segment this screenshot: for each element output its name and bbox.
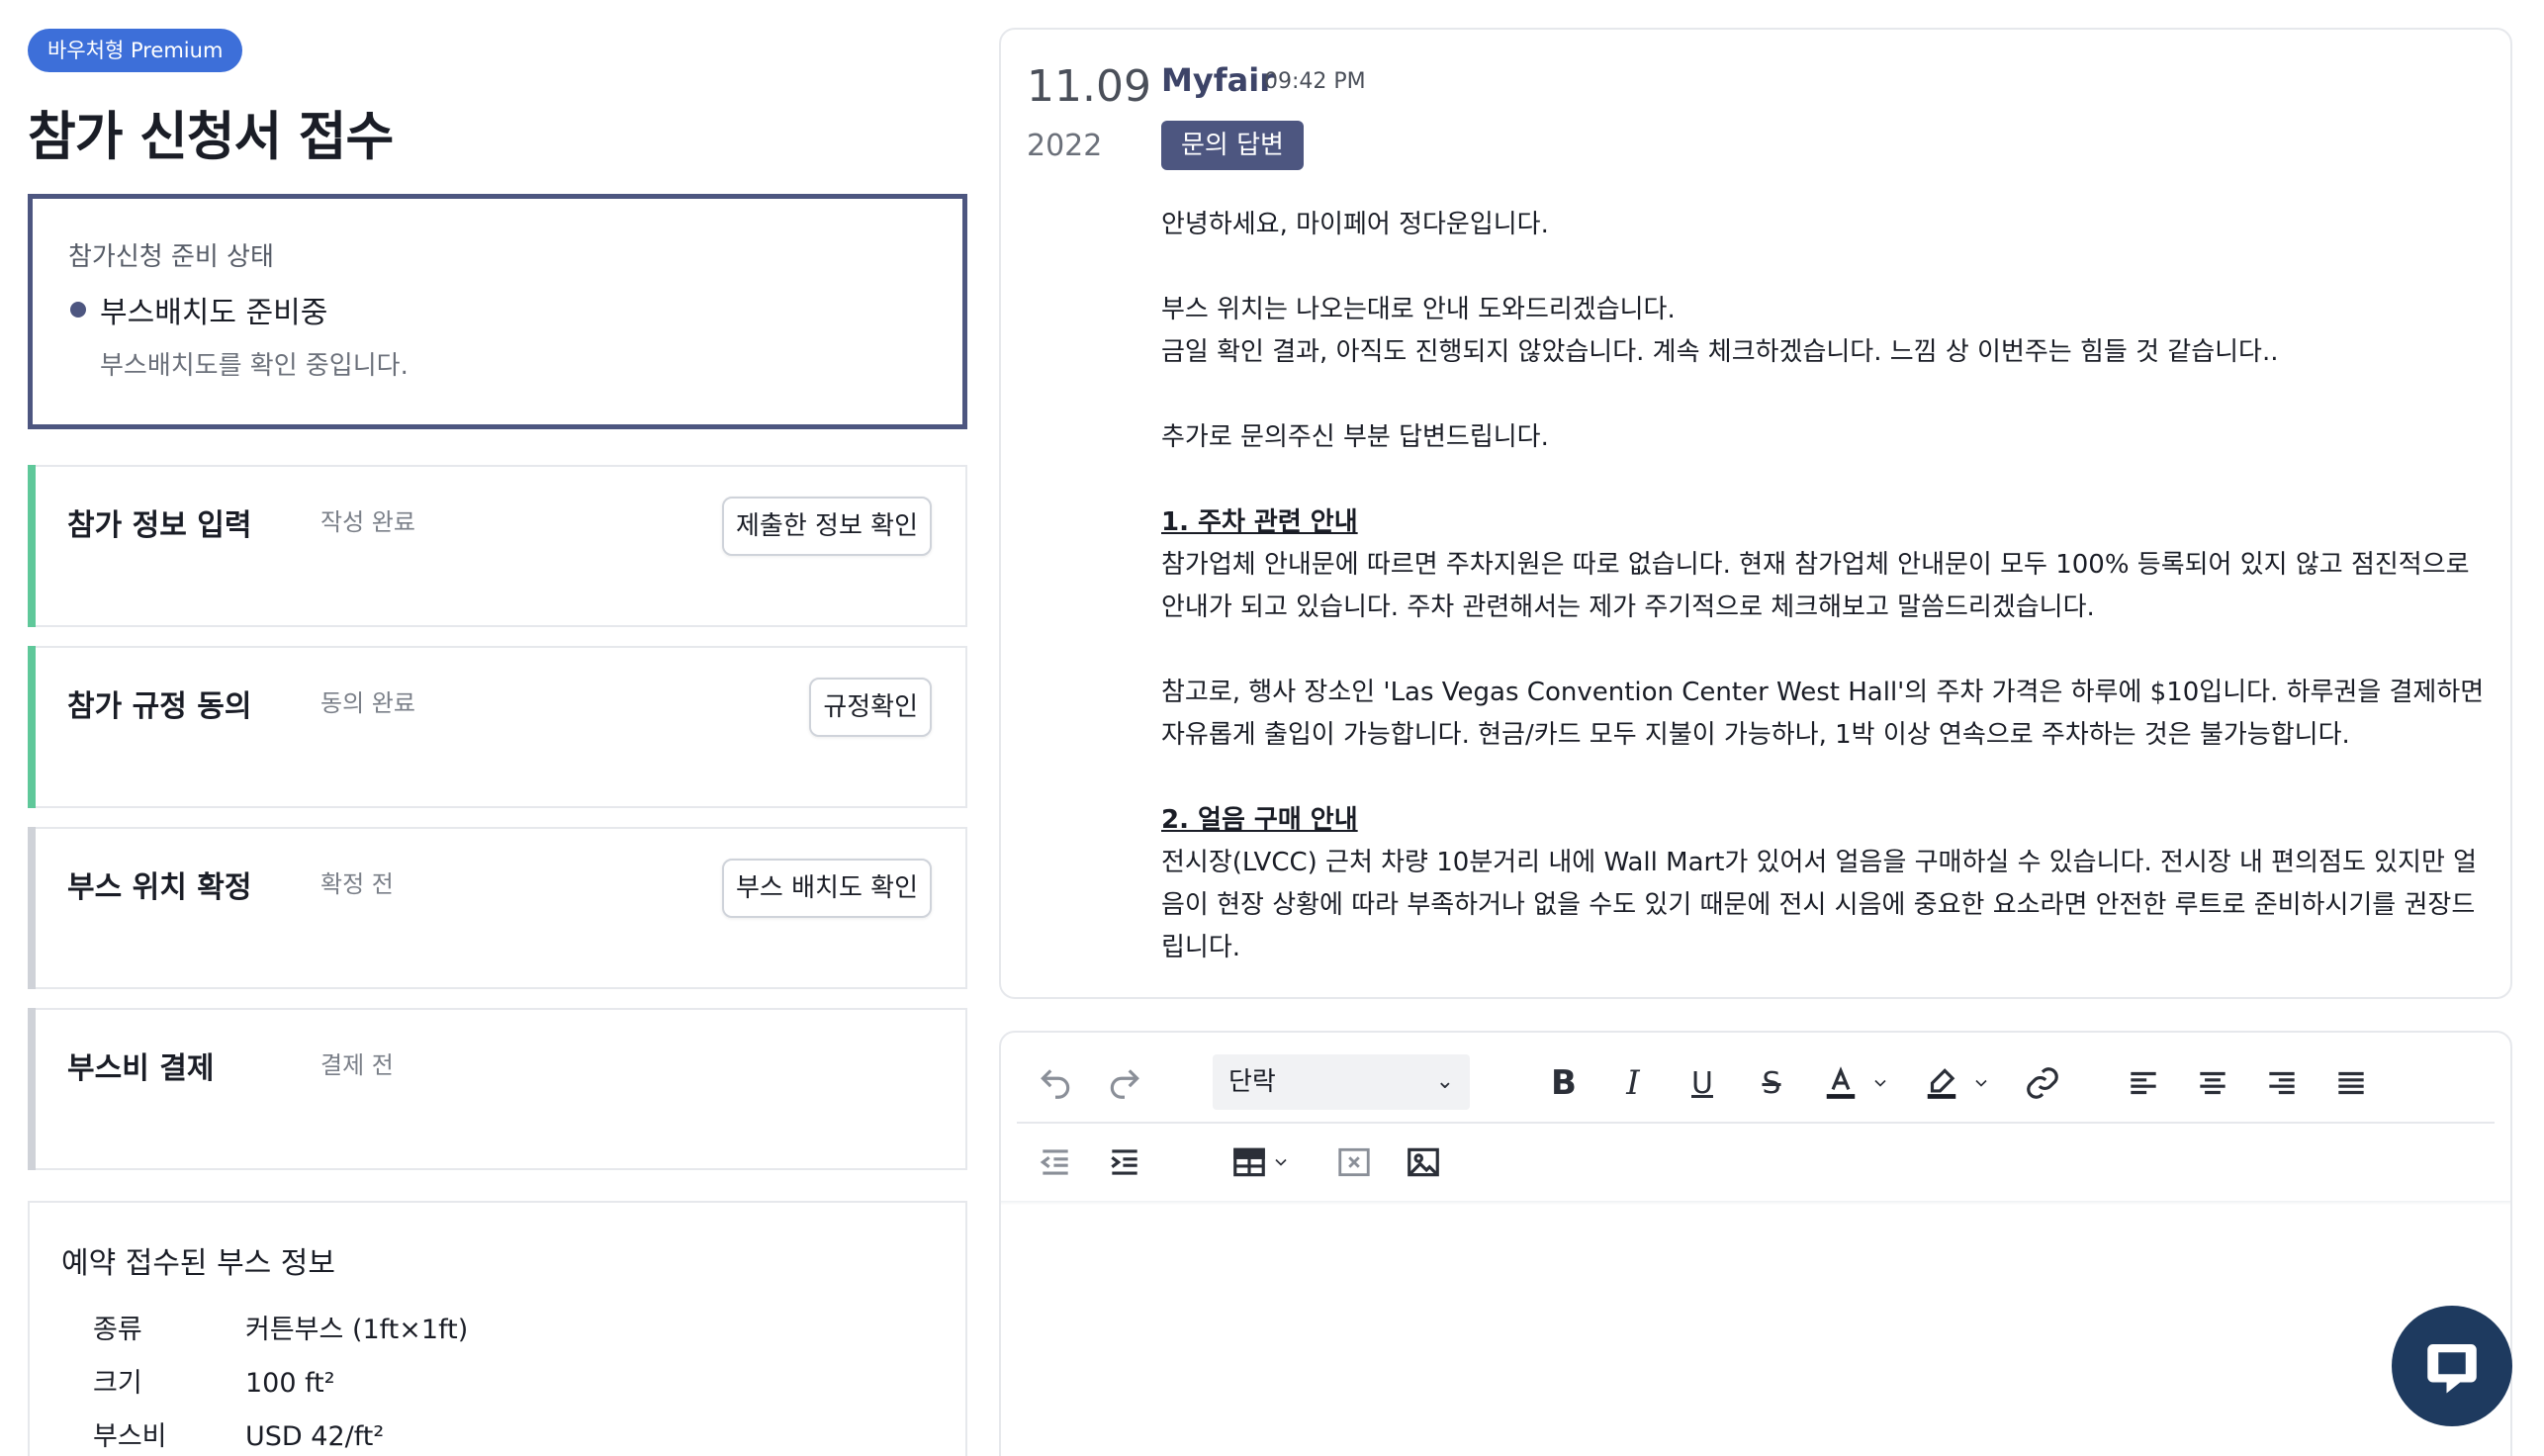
status-dot-icon [70, 302, 86, 318]
chevron-down-icon[interactable] [1867, 1058, 1893, 1108]
undo-icon[interactable] [1031, 1058, 1080, 1108]
section-heading-ice: 2. 얼음 구매 안내 [1161, 805, 1358, 835]
step-progress-bar [28, 1008, 36, 1170]
booth-row-key: 종류 [93, 1315, 142, 1345]
chevron-down-icon[interactable] [1268, 1138, 1294, 1187]
bold-icon[interactable]: B [1539, 1058, 1589, 1108]
align-right-icon[interactable] [2257, 1058, 2307, 1108]
step-title: 부스비 결제 [67, 1051, 215, 1086]
section-body-parking: 참가업체 안내문에 따르면 주차지원은 따로 없습니다. 현재 참가업체 안내문… [1161, 550, 2470, 622]
step-progress-bar [28, 646, 36, 808]
status-label: 참가신청 준비 상태 [68, 242, 274, 272]
page-title: 참가 신청서 접수 [28, 107, 394, 167]
status-description: 부스배치도를 확인 중입니다. [100, 351, 409, 381]
chevron-down-icon[interactable] [1968, 1058, 1994, 1108]
chat-icon [2427, 1344, 2477, 1394]
toolbar-divider [1017, 1122, 2495, 1124]
plan-badge: 바우처형 Premium [28, 29, 243, 72]
step-title: 참가 정보 입력 [67, 508, 252, 543]
booth-row-value: USD 42/ft² [245, 1421, 385, 1452]
section-body-ice: 전시장(LVCC) 근처 차량 10분거리 내에 Wall Mart가 있어서 … [1161, 848, 2478, 962]
paragraph-style-select[interactable]: 단락 ⌄ [1213, 1054, 1470, 1110]
message-line: 금일 확인 결과, 아직도 진행되지 않았습니다. 계속 체크하겠습니다. 느낌… [1161, 337, 2279, 367]
booth-row-value: 커튼부스 (1ft×1ft) [245, 1315, 469, 1345]
remove-format-icon[interactable] [1329, 1138, 1379, 1187]
strikethrough-icon[interactable]: S [1747, 1058, 1796, 1108]
message-tag: 문의 답변 [1161, 121, 1304, 170]
reply-editor[interactable]: 단락 ⌄ B I U S [999, 1031, 2512, 1456]
booth-row-type: 종류 커튼부스 (1ft×1ft) [93, 1308, 468, 1346]
step-status: 확정 전 [320, 870, 394, 898]
step-card-rules-agreement: 참가 규정 동의 동의 완료 규정확인 [28, 646, 967, 808]
booth-row-value: 100 ft² [245, 1368, 335, 1399]
step-status: 동의 완료 [320, 689, 415, 717]
indent-icon[interactable] [1100, 1138, 1149, 1187]
status-value: 부스배치도 준비중 [100, 296, 328, 330]
font-color-icon[interactable] [1816, 1058, 1865, 1108]
message-date-day: 11.09 [1027, 61, 1151, 112]
message-date-year: 2022 [1027, 129, 1103, 163]
view-submitted-info-button[interactable]: 제출한 정보 확인 [722, 497, 932, 556]
chat-button[interactable] [2392, 1306, 2512, 1426]
booth-row-size: 크기 100 ft² [93, 1361, 335, 1400]
booth-row-key: 크기 [93, 1368, 142, 1399]
step-title: 부스 위치 확정 [67, 870, 252, 905]
step-title: 참가 규정 동의 [67, 689, 252, 724]
booth-row-fee: 부스비 USD 42/ft² [93, 1414, 384, 1453]
message-paragraph: 추가로 문의주신 부분 답변드립니다. [1161, 422, 1549, 452]
step-progress-bar [28, 827, 36, 989]
message-sender: Myfair [1161, 61, 1275, 99]
message-line: 부스 위치는 나오는대로 안내 도와드리겠습니다. [1161, 295, 1676, 324]
link-icon[interactable] [2018, 1058, 2067, 1108]
status-card: 참가신청 준비 상태 부스배치도 준비중 부스배치도를 확인 중입니다. [28, 194, 967, 429]
message-paragraph: 부스 위치는 나오는대로 안내 도와드리겠습니다. 금일 확인 결과, 아직도 … [1161, 289, 2487, 374]
step-card-booth-payment: 부스비 결제 결제 전 [28, 1008, 967, 1170]
highlight-icon[interactable] [1917, 1058, 1966, 1108]
outdent-icon[interactable] [1031, 1138, 1080, 1187]
italic-icon[interactable]: I [1608, 1058, 1658, 1108]
step-status: 결제 전 [320, 1051, 394, 1079]
image-icon[interactable] [1399, 1138, 1448, 1187]
chevron-down-icon: ⌄ [1435, 1069, 1454, 1094]
align-center-icon[interactable] [2188, 1058, 2237, 1108]
align-justify-icon[interactable] [2326, 1058, 2376, 1108]
underline-icon[interactable]: U [1678, 1058, 1727, 1108]
view-booth-layout-button[interactable]: 부스 배치도 확인 [722, 859, 932, 918]
paragraph-style-value: 단락 [1228, 1067, 1276, 1097]
step-progress-bar [28, 465, 36, 627]
booth-row-key: 부스비 [93, 1421, 167, 1452]
toolbar-shadow [1001, 1201, 2510, 1205]
message-greeting: 안녕하세요, 마이페어 정다운입니다. [1161, 210, 1549, 239]
section-note-parking: 참고로, 행사 장소인 'Las Vegas Convention Center… [1161, 678, 2485, 750]
step-status: 작성 완료 [320, 508, 415, 536]
view-rules-button[interactable]: 규정확인 [809, 678, 932, 737]
booth-info-title: 예약 접수된 부스 정보 [61, 1246, 336, 1281]
redo-icon[interactable] [1100, 1058, 1149, 1108]
message-card[interactable]: 11.09 2022 Myfair 09:42 PM 문의 답변 안녕하세요, … [999, 28, 2512, 999]
section-heading-parking: 1. 주차 관련 안내 [1161, 507, 1358, 537]
booth-info-card: 예약 접수된 부스 정보 종류 커튼부스 (1ft×1ft) 크기 100 ft² … [28, 1201, 967, 1456]
table-icon[interactable] [1225, 1138, 1274, 1187]
message-body: 안녕하세요, 마이페어 정다운입니다. 부스 위치는 나오는대로 안내 도와드리… [1161, 204, 2487, 997]
step-card-booth-location: 부스 위치 확정 확정 전 부스 배치도 확인 [28, 827, 967, 989]
message-time: 09:42 PM [1264, 69, 1366, 94]
align-left-icon[interactable] [2119, 1058, 2168, 1108]
step-card-participant-info: 참가 정보 입력 작성 완료 제출한 정보 확인 [28, 465, 967, 627]
